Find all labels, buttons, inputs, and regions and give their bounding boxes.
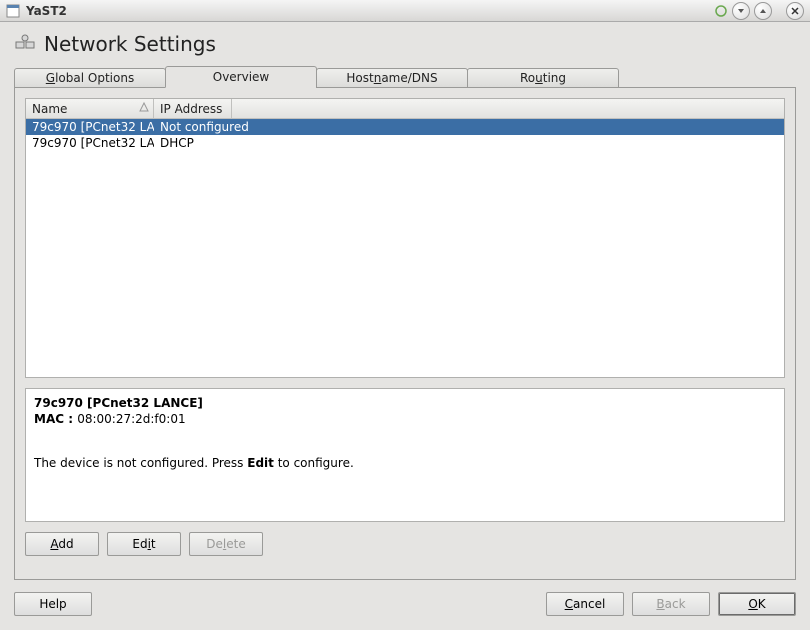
delete-button[interactable]: Delete <box>189 532 263 556</box>
network-settings-icon <box>14 33 36 55</box>
table-row[interactable]: 79c970 [PCnet32 LANCE] DHCP <box>26 135 784 151</box>
table-header: Name IP Address <box>26 99 784 119</box>
tab-bar: Global Options Overview Hostname/DNS Rou… <box>14 66 796 88</box>
app-menu-icon[interactable] <box>6 4 20 18</box>
detail-device-name: 79c970 [PCnet32 LANCE] <box>34 395 776 411</box>
window-title: YaST2 <box>26 4 710 18</box>
titlebar[interactable]: YaST2 <box>0 0 810 22</box>
devices-table[interactable]: Name IP Address 79c970 [PCnet32 LANCE] N… <box>25 98 785 378</box>
back-button[interactable]: Back <box>632 592 710 616</box>
tab-routing[interactable]: Routing <box>467 68 619 88</box>
tab-overview[interactable]: Overview <box>165 66 317 88</box>
column-header-name[interactable]: Name <box>26 99 154 118</box>
page-title: Network Settings <box>44 32 216 56</box>
dialog-buttons: Help Cancel Back OK <box>14 592 796 616</box>
tab-global-options[interactable]: Global Options <box>14 68 166 88</box>
add-button[interactable]: Add <box>25 532 99 556</box>
column-header-ip[interactable]: IP Address <box>154 99 232 118</box>
maximize-button[interactable] <box>754 2 772 20</box>
workarea: Network Settings Global Options Overview… <box>0 22 810 630</box>
page-header: Network Settings <box>14 32 796 56</box>
ok-button[interactable]: OK <box>718 592 796 616</box>
cancel-button[interactable]: Cancel <box>546 592 624 616</box>
detail-mac: MAC : 08:00:27:2d:f0:01 <box>34 411 776 427</box>
table-body: 79c970 [PCnet32 LANCE] Not configured 79… <box>26 119 784 151</box>
suse-logo-icon <box>714 4 728 18</box>
device-details: 79c970 [PCnet32 LANCE] MAC : 08:00:27:2d… <box>25 388 785 522</box>
minimize-button[interactable] <box>732 2 750 20</box>
tab-panel: Name IP Address 79c970 [PCnet32 LANCE] N… <box>14 87 796 580</box>
edit-button[interactable]: Edit <box>107 532 181 556</box>
sort-asc-icon <box>139 101 149 118</box>
close-button[interactable] <box>786 2 804 20</box>
table-row[interactable]: 79c970 [PCnet32 LANCE] Not configured <box>26 119 784 135</box>
detail-status: The device is not configured. Press Edit… <box>34 455 776 471</box>
help-button[interactable]: Help <box>14 592 92 616</box>
tab-hostname-dns[interactable]: Hostname/DNS <box>316 68 468 88</box>
device-action-buttons: Add Edit Delete <box>25 532 785 556</box>
